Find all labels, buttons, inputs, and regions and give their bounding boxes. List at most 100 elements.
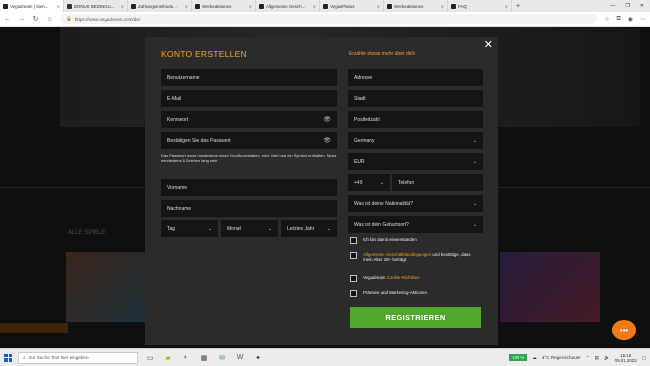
browser-tab-bar: Vegadream | Sien... ✕ BONUS BEDINGU... ✕ Z…	[0, 0, 650, 12]
weather-icon: ☁	[532, 354, 537, 360]
store-icon[interactable]: ▦	[198, 352, 210, 364]
maximize-icon[interactable]: ❐	[625, 3, 629, 9]
browser-tab[interactable]: Allgemeine Gesch... ✕	[256, 0, 320, 12]
profile-icon[interactable]: ◉	[628, 16, 633, 23]
browser-tab[interactable]: BONUS BEDINGU... ✕	[64, 0, 128, 12]
collections-icon[interactable]: ⧉	[616, 16, 620, 23]
browser-tab[interactable]: FAQ ✕	[448, 0, 512, 12]
close-tab-icon[interactable]: ✕	[441, 4, 444, 9]
chevron-down-icon: ⌄	[472, 200, 477, 207]
word-icon[interactable]: W	[234, 352, 246, 364]
edge-browser-icon[interactable]: ◐	[180, 352, 192, 364]
close-tab-icon[interactable]: ✕	[377, 4, 380, 9]
chat-icon[interactable]: •••	[612, 320, 636, 340]
network-icon[interactable]: ▤	[595, 355, 599, 361]
reload-icon[interactable]: ↻	[32, 15, 39, 23]
battery-indicator[interactable]: 100 %	[509, 354, 528, 361]
chevron-down-icon: ⌄	[207, 225, 212, 232]
promo-checkbox-row[interactable]: Prämien und Marketing-Aktionen	[350, 290, 427, 297]
phone-prefix-select[interactable]: +49 ⌄	[348, 174, 390, 191]
tab-label: VegasPlatos	[330, 3, 355, 9]
birth-day-select[interactable]: Tag ⌄	[161, 220, 218, 237]
minimize-icon[interactable]: —	[610, 3, 615, 9]
lastname-field[interactable]: Nachname	[161, 200, 337, 217]
lock-icon: 🔒	[66, 16, 72, 21]
forward-icon[interactable]: →	[18, 16, 25, 23]
tab-label: FAQ	[458, 3, 467, 9]
currency-select[interactable]: EUR ⌄	[348, 153, 483, 170]
modal-subtitle: Erzähle etwas mehr über dich	[349, 51, 416, 57]
close-icon[interactable]: ✕	[484, 40, 493, 51]
url-field[interactable]: 🔒 https://www.vegadream.com/de/	[60, 14, 598, 24]
tray-arrow-icon[interactable]: ⌃	[586, 355, 590, 361]
task-view-icon[interactable]: ▭	[144, 352, 156, 364]
close-tab-icon[interactable]: ✕	[185, 4, 188, 9]
cookie-policy-link[interactable]: Cookie-Richtlinie	[387, 275, 420, 280]
zip-field[interactable]: Postleitzahl	[348, 111, 483, 128]
new-tab-icon[interactable]: +	[512, 0, 524, 12]
site-favicon-icon	[67, 3, 72, 9]
email-field[interactable]: E-Mail	[161, 90, 337, 107]
site-favicon-icon	[387, 3, 392, 9]
register-button[interactable]: REGISTRIEREN	[350, 307, 481, 328]
browser-tab[interactable]: Zahlungsmethode... ✕	[128, 0, 192, 12]
app-icon[interactable]: ✦	[252, 352, 264, 364]
show-password-icon[interactable]: 👁	[323, 137, 331, 144]
back-icon[interactable]: ←	[4, 16, 11, 23]
terms-checkbox-row[interactable]: Allgemeine Geschäftsbedingungen und best…	[350, 252, 480, 263]
promo-checkbox[interactable]	[350, 290, 357, 297]
password-field[interactable]: Kennwort 👁	[161, 111, 337, 128]
close-tab-icon[interactable]: ✕	[121, 4, 124, 9]
site-favicon-icon	[323, 3, 328, 9]
password-hint: Das Passwort muss mindestens einen Großb…	[161, 153, 337, 164]
volume-icon[interactable]: 🔈	[604, 355, 610, 361]
windows-start-icon[interactable]	[4, 353, 12, 362]
nationality-select[interactable]: Was ist deine Nationalität? ⌄	[348, 195, 483, 212]
address-field[interactable]: Adresse	[348, 69, 483, 86]
notification-icon[interactable]: ▢	[642, 355, 646, 361]
agree-checkbox[interactable]	[350, 237, 357, 244]
browser-tab[interactable]: VegasPlatos ✕	[320, 0, 384, 12]
mail-icon[interactable]: ✉	[216, 352, 228, 364]
cookie-checkbox-row[interactable]: Vegadream Cookie-Richtlinie	[350, 275, 420, 282]
birth-year-select[interactable]: Letztes Jahr ⌄	[281, 220, 337, 237]
firstname-field[interactable]: Vorname	[161, 179, 337, 196]
birth-month-select[interactable]: Monat ⌄	[221, 220, 278, 237]
close-tab-icon[interactable]: ✕	[57, 4, 60, 9]
site-favicon-icon	[451, 3, 456, 9]
terms-link[interactable]: Allgemeine Geschäftsbedingungen	[363, 252, 431, 257]
agree-checkbox-row[interactable]: Ich bin damit einverstanden	[350, 237, 417, 244]
birthplace-select[interactable]: Was ist dein Geburtsort? ⌄	[348, 216, 483, 233]
tab-label: Werbeaktionen	[394, 3, 424, 9]
close-window-icon[interactable]: ✕	[640, 3, 644, 9]
clock[interactable]: 15:18 09.01.2022	[615, 353, 637, 363]
browser-tab[interactable]: Vegadream | Sien... ✕	[0, 0, 64, 12]
chevron-down-icon: ⌄	[326, 225, 331, 232]
favorite-star-icon[interactable]: ☆	[604, 16, 609, 23]
more-menu-icon[interactable]: ⋯	[640, 16, 646, 23]
cookie-checkbox[interactable]	[350, 275, 357, 282]
username-field[interactable]: Benutzername	[161, 69, 337, 86]
browser-tab[interactable]: Werbeaktionen ✕	[384, 0, 448, 12]
file-explorer-icon[interactable]: ▰	[162, 352, 174, 364]
show-password-icon[interactable]: 👁	[323, 116, 331, 123]
phone-field[interactable]: Telefon	[392, 174, 483, 191]
close-tab-icon[interactable]: ✕	[249, 4, 252, 9]
tab-label: BONUS BEDINGU...	[74, 3, 115, 9]
browser-tab[interactable]: Werbeaktionen ✕	[192, 0, 256, 12]
terms-checkbox[interactable]	[350, 252, 357, 259]
close-tab-icon[interactable]: ✕	[505, 4, 508, 9]
site-favicon-icon	[131, 3, 136, 9]
confirm-password-field[interactable]: Bestätigen Sie das Passwort 👁	[161, 132, 337, 149]
country-select[interactable]: Germany ⌄	[348, 132, 483, 149]
taskbar: ⌕ Zur Suche Text hier eingeben ▭ ▰ ◐ ▦ ✉…	[0, 348, 650, 366]
site-favicon-icon	[259, 3, 264, 9]
city-field[interactable]: Stadt	[348, 90, 483, 107]
close-tab-icon[interactable]: ✕	[313, 4, 316, 9]
weather-text[interactable]: 4°C Regenschauer	[542, 355, 581, 360]
chevron-down-icon: ⌄	[379, 179, 384, 186]
site-favicon-icon	[3, 3, 8, 9]
home-icon[interactable]: ⌂	[46, 16, 53, 23]
taskbar-search[interactable]: ⌕ Zur Suche Text hier eingeben	[18, 351, 138, 364]
address-bar-row: ← → ↻ ⌂ 🔒 https://www.vegadream.com/de/ …	[0, 12, 650, 27]
